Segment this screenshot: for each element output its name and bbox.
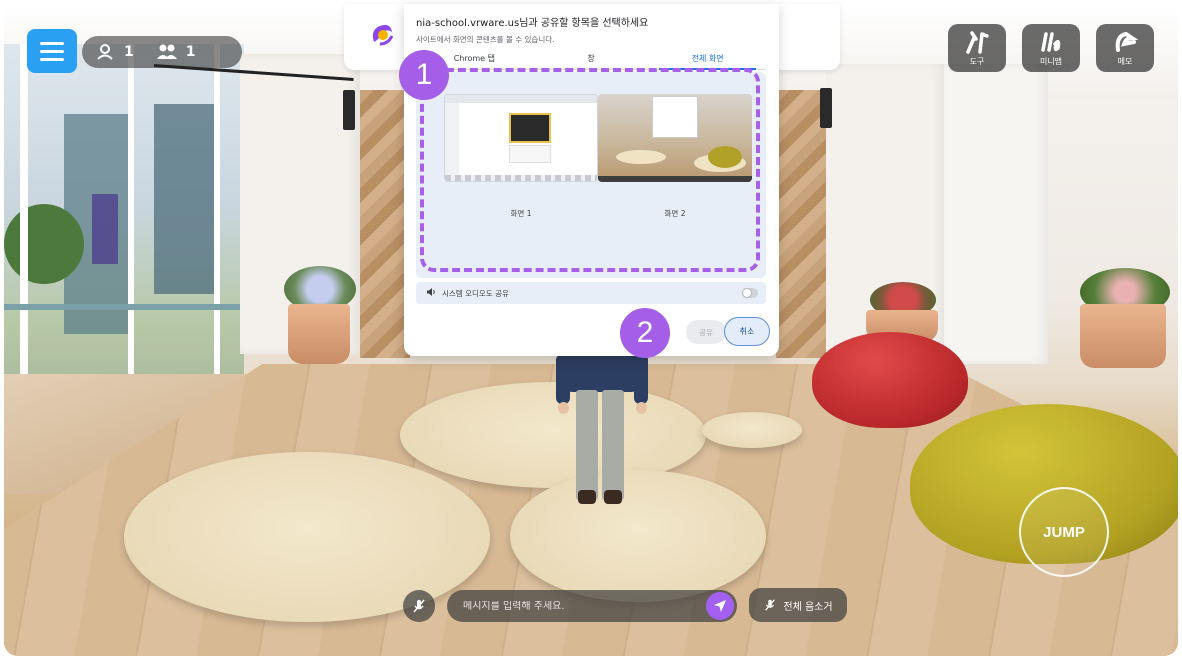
tab-entire-screen[interactable]: 전체 화면 [649,52,766,70]
cancel-button[interactable]: 취소 [724,317,770,346]
mic-toggle-button[interactable] [403,590,435,622]
jump-button[interactable]: JUMP [1019,487,1109,577]
system-audio-row: 시스템 오디오도 공유 [416,282,766,304]
thumb-toolbar [445,95,597,103]
minimap-icon [1041,31,1061,52]
screen-1-thumbnail[interactable] [444,94,598,182]
wall-pillar [944,64,1048,364]
thumb-slide [509,145,551,163]
outside-poster [92,194,118,264]
share-source-tabs: Chrome 탭 창 전체 화면 [416,52,766,70]
menu-line [40,57,64,61]
speaker-icon [426,287,436,299]
avatar-hand [558,402,569,414]
avatar-torso [566,354,638,392]
outside-tree [4,204,84,284]
screen-share-dialog: nia-school.vrware.us님과 공유할 항목을 선택하세요 사이트… [404,4,779,356]
thumb-bottom-bar [598,176,752,182]
step-2-badge: 2 [620,308,670,358]
system-audio-toggle[interactable] [742,288,758,298]
avatar-leg [602,390,624,500]
wood-wall-panel [360,90,410,358]
screen-list-panel: 화면 1 화면 2 [416,72,766,278]
tools-label: 도구 [969,56,985,66]
send-button[interactable] [706,592,734,620]
memo-label: 메모 [1117,56,1133,66]
system-audio-label: 시스템 오디오도 공유 [442,288,509,298]
thumb-rug [616,150,666,164]
minimap-label: 미니맵 [1039,56,1063,66]
avatar-shoe [578,490,596,504]
wall-speaker [820,88,832,128]
plant-pot [1080,304,1166,368]
minimap-button[interactable]: 미니맵 [1022,24,1080,72]
dialog-subtitle: 사이트에서 화면의 콘텐츠를 볼 수 있습니다. [416,35,555,44]
window-frame [4,304,244,310]
chat-input[interactable] [463,600,703,612]
users-icon [156,41,178,63]
avatar-shoe [604,490,622,504]
memo-icon [1115,31,1138,52]
tools-button[interactable]: 도구 [948,24,1006,72]
wood-wall-panel [776,90,826,358]
dialog-title: nia-school.vrware.us님과 공유할 항목을 선택하세요 [416,18,649,29]
share-button[interactable]: 공유 [686,320,726,344]
thumb-sidebar [445,103,459,181]
screen-2-label: 화면 2 [664,209,686,218]
users-count: 1 [185,44,196,60]
hamburger-menu-button[interactable] [27,29,77,73]
memo-button[interactable]: 메모 [1096,24,1154,72]
plant-pot [288,304,350,364]
app-logo-icon [368,20,396,48]
screen-1-label: 화면 1 [510,209,532,218]
mute-all-button[interactable]: 전체 음소거 [749,588,847,622]
red-beanbag [812,332,968,428]
send-icon [714,600,726,612]
chat-bar [447,590,737,622]
mic-muted-icon [765,599,776,611]
mic-muted-icon [413,599,425,613]
step-1-badge: 1 [399,50,449,100]
mute-all-label: 전체 음소거 [783,601,833,613]
avatar-hand [636,402,647,414]
round-rug [124,452,490,622]
tab-window[interactable]: 창 [533,52,650,69]
menu-line [40,41,64,45]
user-counter[interactable]: 1 1 [82,36,242,68]
user-count: 1 [124,44,134,60]
thumb-beanbag [708,146,742,168]
tools-icon [966,30,989,54]
user-icon [94,41,116,63]
round-rug [702,412,802,448]
thumb-slide [509,113,551,143]
thumb-taskbar [445,175,597,181]
menu-line [40,49,64,53]
outside-building [154,104,214,294]
thumb-dialog [652,96,698,138]
user-avatar [556,354,648,504]
screen-2-thumbnail[interactable] [598,94,752,182]
avatar-leg [576,390,598,500]
wall-speaker [343,90,355,130]
